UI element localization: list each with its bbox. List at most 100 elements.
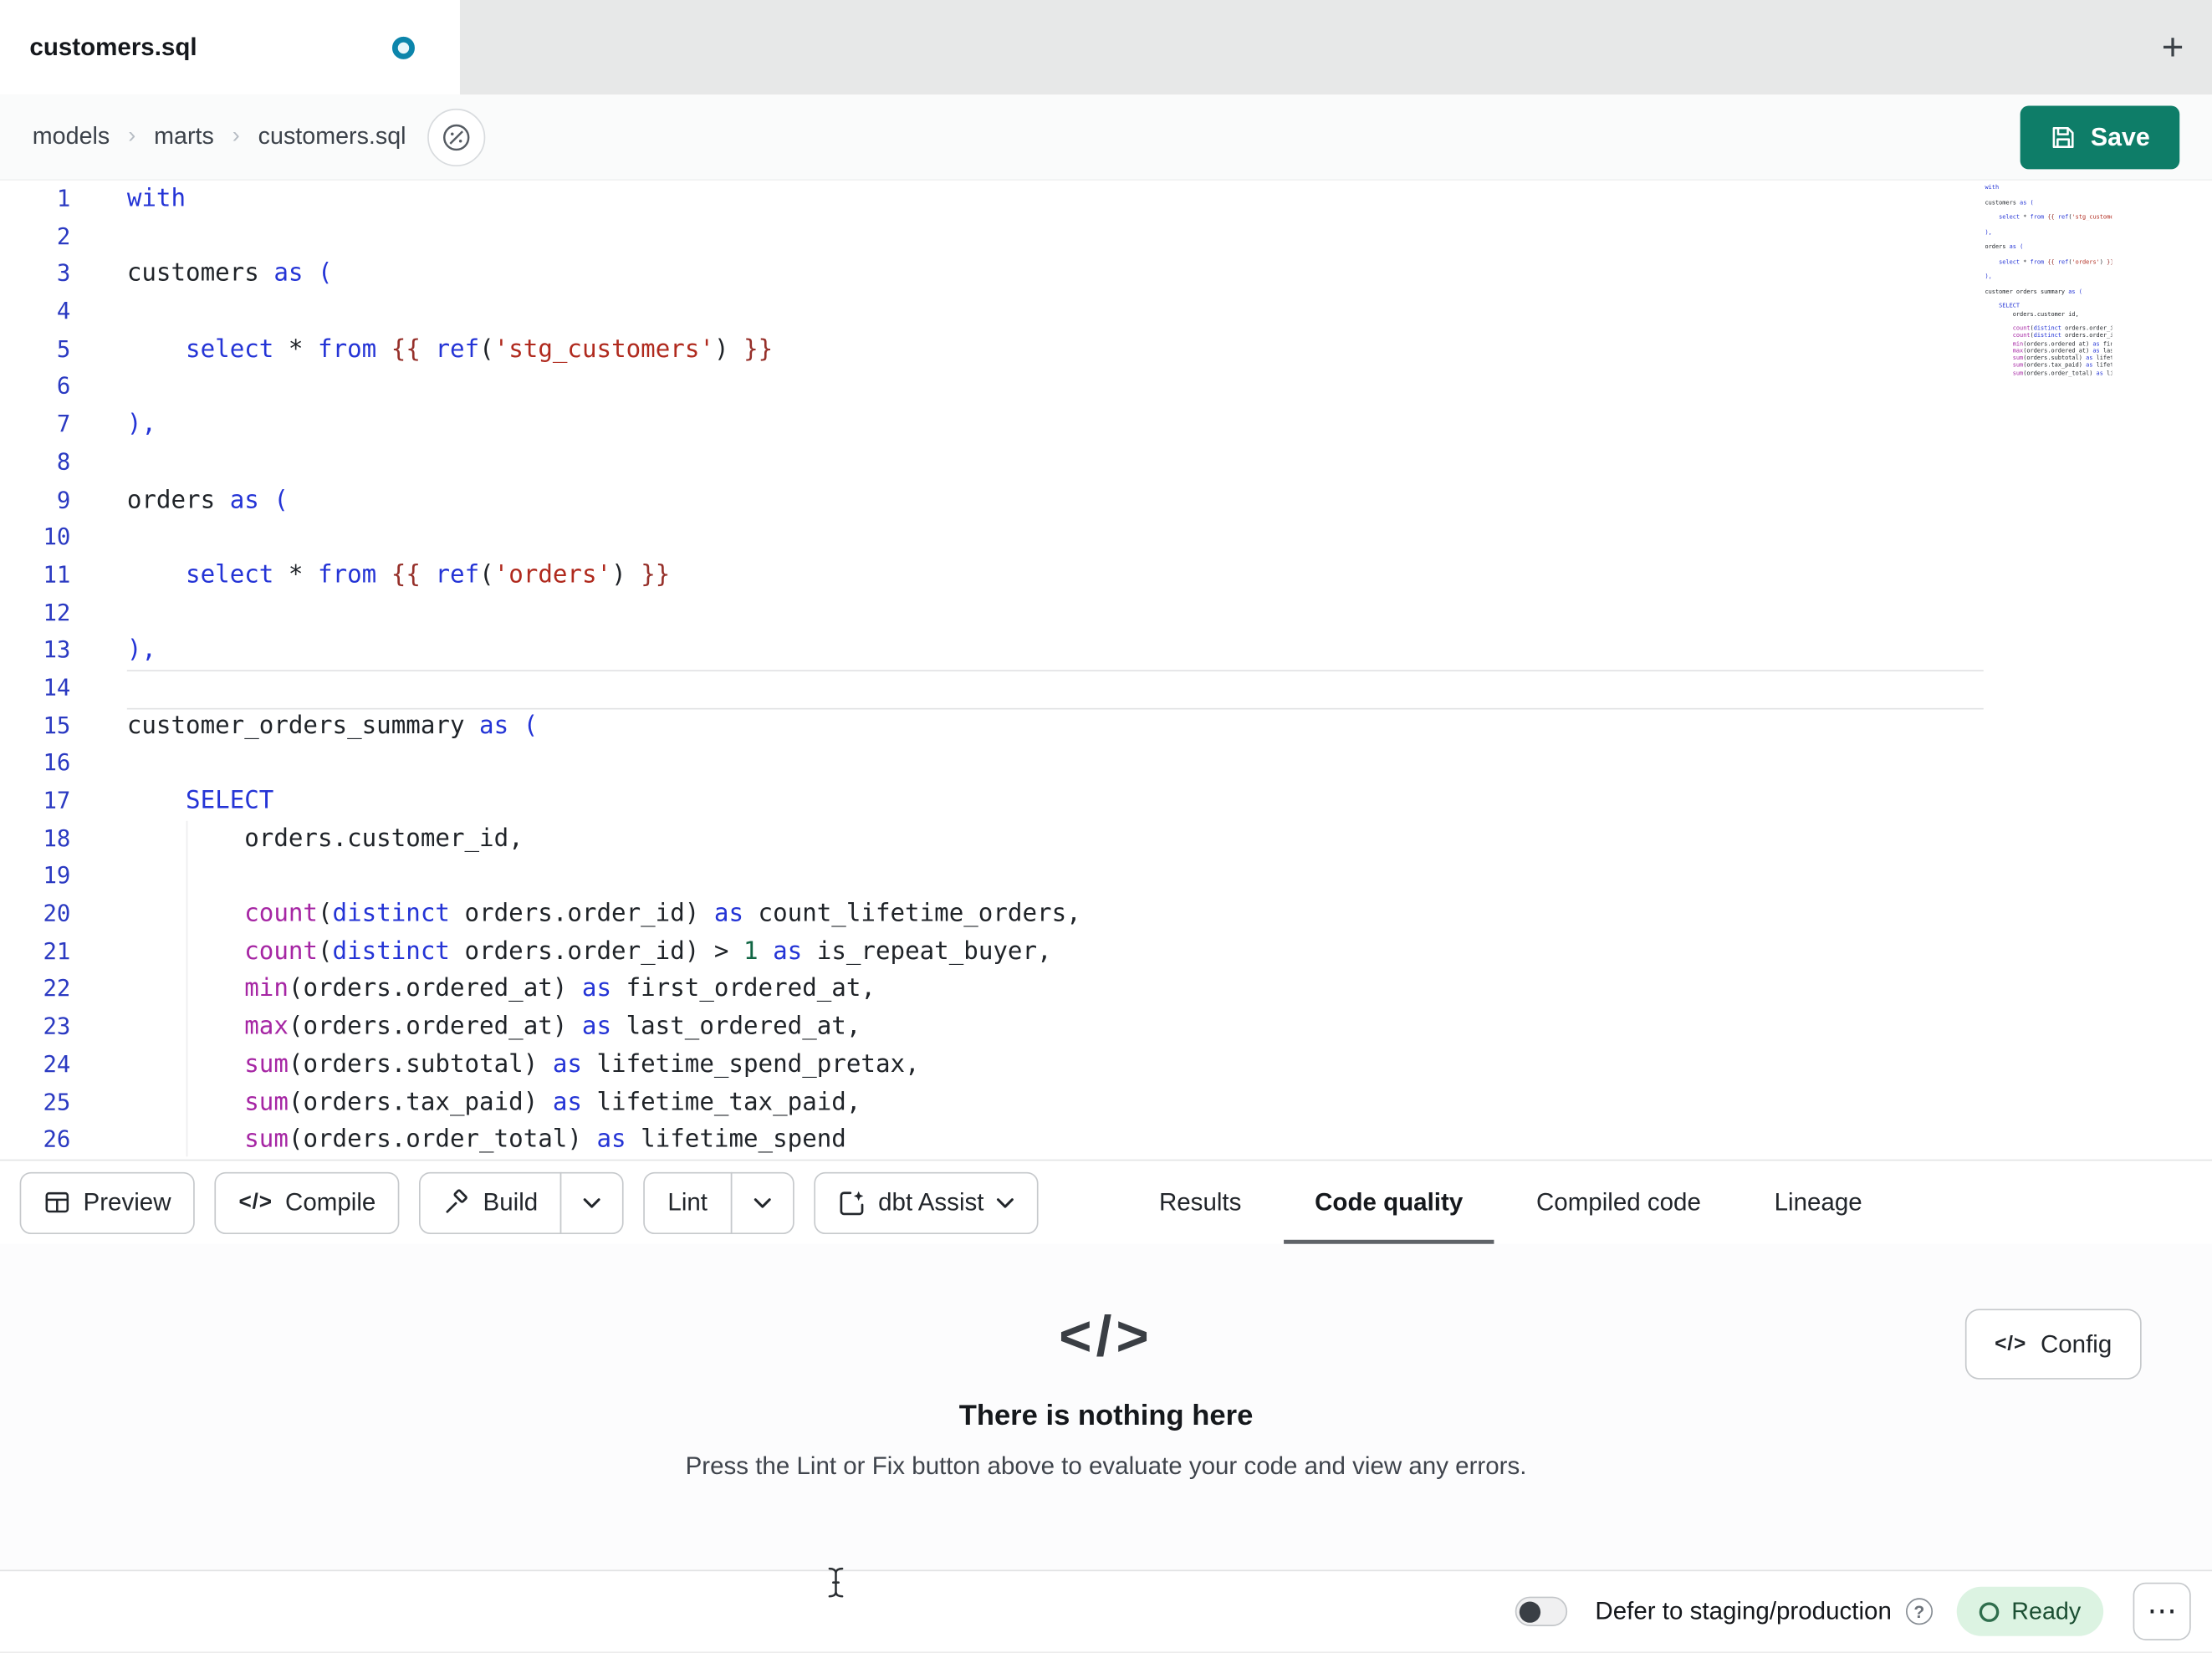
code-line[interactable]: 26 sum(orders.order_total) as lifetime_s… (0, 1121, 2212, 1159)
hammer-icon (443, 1189, 470, 1216)
line-number: 21 (43, 937, 71, 965)
code-line[interactable]: 18 orders.customer_id, (0, 820, 2212, 858)
code-line[interactable]: 17 SELECT (0, 783, 2212, 820)
preview-button[interactable]: Preview (19, 1171, 196, 1234)
overflow-menu-button[interactable]: ⋯ (2133, 1582, 2191, 1640)
empty-state-subtitle: Press the Lint or Fix button above to ev… (685, 1451, 1527, 1480)
build-label: Build (483, 1187, 539, 1217)
defer-toggle[interactable] (1515, 1596, 1567, 1626)
line-number: 19 (43, 862, 71, 890)
build-button-group: Build (419, 1171, 625, 1234)
empty-state-title: There is nothing here (958, 1399, 1254, 1432)
code-line[interactable]: 13), (0, 632, 2212, 670)
line-number: 1 (56, 184, 71, 212)
line-number: 20 (43, 900, 71, 927)
code-line[interactable]: 3 customers as ( (0, 256, 2212, 293)
lint-label: Lint (667, 1187, 708, 1217)
line-number: 9 (56, 486, 71, 513)
toggle-knob (1519, 1600, 1540, 1622)
line-number: 26 (43, 1125, 71, 1153)
code-line[interactable]: 7), (0, 406, 2212, 444)
compile-button[interactable]: </> Compile (214, 1171, 401, 1234)
editor-tab-bar: customers.sql + (0, 0, 2212, 95)
config-label: Config (2040, 1329, 2112, 1358)
compass-icon (440, 120, 473, 153)
line-number: 25 (43, 1088, 71, 1115)
dbt-assist-button[interactable]: dbt Assist (813, 1171, 1040, 1234)
code-line[interactable]: 10 (0, 519, 2212, 557)
build-dropdown-button[interactable] (560, 1171, 625, 1234)
code-line[interactable]: 23 max(orders.ordered_at) as last_ordere… (0, 1008, 2212, 1046)
code-line[interactable]: 4 (0, 293, 2212, 331)
line-number: 18 (43, 824, 71, 852)
code-line[interactable]: 21 count(distinct orders.order_id) > 1 a… (0, 933, 2212, 971)
code-line[interactable]: 12 (0, 594, 2212, 632)
lint-dropdown-button[interactable] (729, 1171, 794, 1234)
new-tab-button[interactable]: + (2162, 28, 2184, 67)
config-button[interactable]: </> Config (1964, 1309, 2142, 1380)
line-number: 4 (56, 298, 71, 325)
line-number: 14 (43, 674, 71, 702)
code-line[interactable]: 8 (0, 444, 2212, 482)
code-line[interactable]: 22 min(orders.ordered_at) as first_order… (0, 971, 2212, 1008)
save-icon (2050, 124, 2077, 151)
panel-tab-compiled-code[interactable]: Compiled code (1499, 1161, 1738, 1244)
line-number: 16 (43, 749, 71, 777)
code-editor[interactable]: 1 with 2 3 customers as ( 4 5 select * from {{… (0, 180, 2212, 1160)
panel-tab-lineage[interactable]: Lineage (1738, 1161, 1899, 1244)
code-line[interactable]: 15 customer_orders_summary as ( (0, 707, 2212, 745)
code-line[interactable]: 6 (0, 369, 2212, 406)
line-number: 22 (43, 975, 71, 1003)
editor-minimap[interactable]: with customers as ( select * from {{ ref(… (1985, 183, 2112, 376)
preview-label: Preview (83, 1187, 171, 1217)
chevron-down-icon (997, 1196, 1015, 1207)
assist-icon (837, 1188, 866, 1217)
breadcrumb-separator: › (128, 124, 136, 149)
indent-guide (186, 820, 188, 1157)
line-number: 23 (43, 1013, 71, 1040)
tab-customers-sql[interactable]: customers.sql (0, 0, 460, 95)
file-status-icon-button[interactable] (427, 108, 486, 166)
code-line[interactable]: 25 sum(orders.tax_paid) as lifetime_tax_… (0, 1084, 2212, 1121)
line-number: 8 (56, 448, 71, 476)
panel-tab-results[interactable]: Results (1122, 1161, 1278, 1244)
breadcrumb-item-models[interactable]: models (33, 123, 110, 151)
line-number: 24 (43, 1050, 71, 1078)
help-icon[interactable]: ? (1905, 1598, 1933, 1625)
line-number: 6 (56, 373, 71, 400)
code-line[interactable]: 24 sum(orders.subtotal) as lifetime_spen… (0, 1046, 2212, 1084)
code-line[interactable]: 5 select * from {{ ref('stg_customers') … (0, 331, 2212, 369)
line-number: 7 (56, 411, 71, 438)
save-button[interactable]: Save (2020, 105, 2180, 169)
defer-toggle-label: Defer to staging/production (1595, 1596, 1892, 1625)
code-line[interactable]: 2 (0, 218, 2212, 256)
code-line[interactable]: 1 with (0, 181, 2212, 218)
dbt-assist-button-group: dbt Assist (813, 1171, 1040, 1234)
code-line[interactable]: 11 select * from {{ ref('orders') }} (0, 557, 2212, 594)
save-label: Save (2090, 121, 2150, 151)
breadcrumb-item-customers-sql[interactable]: customers.sql (258, 123, 406, 151)
line-number: 3 (56, 260, 71, 288)
lint-button-group: Lint (643, 1171, 794, 1234)
lint-button[interactable]: Lint (643, 1171, 732, 1234)
panel-tabs: Results Code quality Compiled code Lineage (1122, 1161, 2212, 1244)
code-line[interactable]: 14 (0, 670, 2212, 707)
line-number: 15 (43, 712, 71, 739)
line-number: 11 (43, 561, 71, 589)
build-button[interactable]: Build (419, 1171, 562, 1234)
code-line[interactable]: 19 (0, 858, 2212, 895)
code-line[interactable]: 9 orders as ( (0, 482, 2212, 519)
action-toolbar: Preview </> Compile Build Lint dbt Assist Res… (0, 1159, 2212, 1244)
breadcrumb-item-marts[interactable]: marts (154, 123, 214, 151)
ready-ring-icon (1979, 1601, 2000, 1622)
line-number: 5 (56, 335, 71, 363)
breadcrumb: models › marts › customers.sql (33, 123, 406, 151)
status-bar: Defer to staging/production ? Ready ⋯ (0, 1569, 2212, 1653)
chevron-down-icon (753, 1196, 771, 1207)
toolbar-buttons: Preview </> Compile Build Lint dbt Assist (19, 1171, 1059, 1234)
code-line[interactable]: 16 (0, 745, 2212, 783)
panel-tab-code-quality[interactable]: Code quality (1278, 1161, 1499, 1244)
line-number: 2 (56, 222, 71, 250)
line-number: 17 (43, 787, 71, 814)
code-line[interactable]: 20 count(distinct orders.order_id) as co… (0, 895, 2212, 933)
